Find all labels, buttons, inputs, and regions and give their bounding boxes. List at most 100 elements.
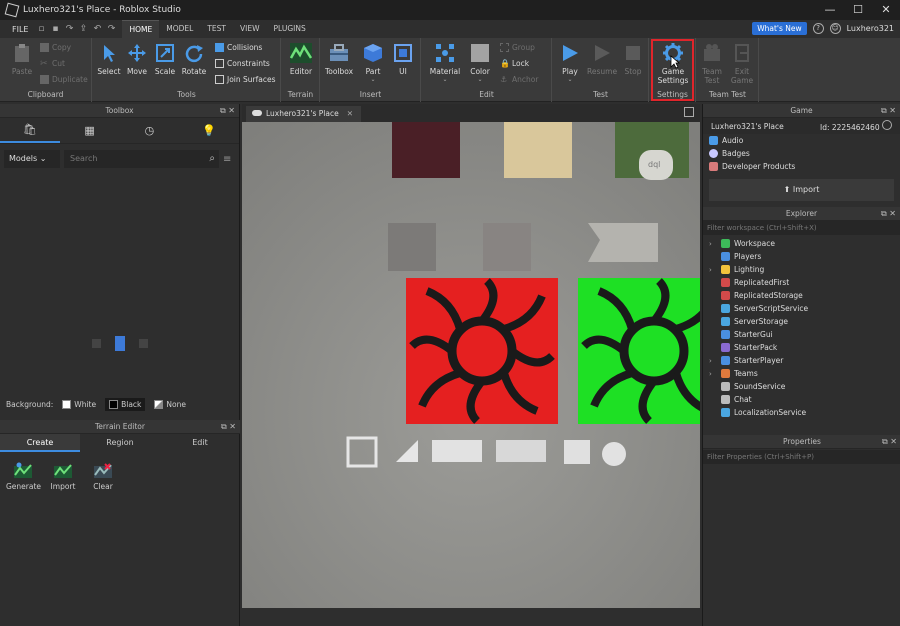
background-white[interactable]: White bbox=[58, 398, 100, 411]
constraints-toggle[interactable]: Constraints bbox=[215, 59, 270, 68]
game-item-audio[interactable]: Audio bbox=[703, 134, 900, 147]
search-input[interactable]: Search ⌕ bbox=[64, 150, 219, 168]
tab-creations[interactable]: 💡 bbox=[179, 118, 239, 143]
explorer-item-lighting[interactable]: › Lighting bbox=[703, 263, 900, 276]
viewport-popout-icon[interactable] bbox=[684, 107, 694, 117]
explorer-item-chat[interactable]: Chat bbox=[703, 393, 900, 406]
explorer-item-replicatedfirst[interactable]: ReplicatedFirst bbox=[703, 276, 900, 289]
scale-button[interactable]: Scale bbox=[153, 42, 177, 76]
refresh-icon[interactable] bbox=[882, 120, 892, 130]
explorer-item-players[interactable]: Players bbox=[703, 250, 900, 263]
tab-plugins[interactable]: PLUGINS bbox=[267, 20, 313, 38]
expand-arrow-icon[interactable]: › bbox=[709, 370, 717, 378]
place-tab[interactable]: Luxhero321's Place ✕ bbox=[246, 106, 362, 122]
properties-filter-input[interactable]: Filter Properties (Ctrl+Shift+P) bbox=[703, 450, 900, 464]
explorer-item-startergui[interactable]: StarterGui bbox=[703, 328, 900, 341]
new-file-icon[interactable]: ▫ bbox=[36, 24, 46, 34]
maximize-button[interactable]: ☐ bbox=[844, 0, 872, 20]
import-button[interactable]: ⬆ Import bbox=[709, 179, 894, 201]
generate-tool[interactable]: Generate bbox=[6, 462, 41, 491]
duplicate-button[interactable]: Duplicate bbox=[40, 75, 88, 84]
open-file-icon[interactable]: ▪ bbox=[50, 24, 60, 34]
part-button[interactable]: Part ⌄ bbox=[361, 42, 385, 83]
import-tool[interactable]: Import bbox=[46, 462, 80, 491]
tab-test[interactable]: TEST bbox=[200, 20, 233, 38]
explorer-item-serverstorage[interactable]: ServerStorage bbox=[703, 315, 900, 328]
background-none[interactable]: None bbox=[150, 398, 190, 411]
team-test-button[interactable]: Team Test bbox=[699, 42, 725, 85]
clear-tool[interactable]: Clear bbox=[86, 462, 120, 491]
explorer-item-label: SoundService bbox=[734, 382, 786, 391]
expand-arrow-icon[interactable]: › bbox=[709, 266, 717, 274]
expand-arrow-icon[interactable]: › bbox=[709, 240, 717, 248]
page-next[interactable] bbox=[139, 339, 148, 348]
category-dropdown[interactable]: Models ⌄ bbox=[4, 150, 60, 168]
expand-arrow-icon[interactable]: › bbox=[709, 357, 717, 365]
panel-controls[interactable]: ⧉ ✕ bbox=[881, 207, 896, 221]
game-item-badges[interactable]: Badges bbox=[703, 147, 900, 160]
explorer-item-soundservice[interactable]: SoundService bbox=[703, 380, 900, 393]
tab-marketplace[interactable]: 🛍 bbox=[0, 118, 60, 143]
publish-icon[interactable]: ⇪ bbox=[78, 24, 88, 34]
cut-button[interactable]: ✂ Cut bbox=[40, 59, 65, 69]
undo-icon[interactable]: ↶ bbox=[92, 24, 102, 34]
terrain-editor-button[interactable]: Editor bbox=[286, 42, 316, 76]
tab-recent[interactable]: ◷ bbox=[120, 118, 180, 143]
anchor-button[interactable]: ⚓ Anchor bbox=[500, 75, 538, 84]
collisions-toggle[interactable]: Collisions bbox=[215, 43, 262, 52]
tab-model[interactable]: MODEL bbox=[159, 20, 200, 38]
tab-edit[interactable]: Edit bbox=[160, 434, 240, 452]
explorer-item-serverscriptservice[interactable]: ServerScriptService bbox=[703, 302, 900, 315]
stop-button[interactable]: Stop bbox=[621, 42, 645, 76]
resume-button[interactable]: Resume bbox=[587, 42, 617, 76]
explorer-filter-input[interactable]: Filter workspace (Ctrl+Shift+X) bbox=[703, 221, 900, 235]
close-button[interactable]: ✕ bbox=[872, 0, 900, 20]
color-button[interactable]: Color ⌄ bbox=[466, 42, 494, 83]
move-button[interactable]: Move bbox=[124, 42, 150, 76]
exit-game-button[interactable]: Exit Game bbox=[729, 42, 755, 85]
panel-controls[interactable]: ⧉ ✕ bbox=[882, 435, 897, 449]
copy-button[interactable]: Copy bbox=[40, 43, 71, 52]
minimize-button[interactable]: — bbox=[816, 0, 844, 20]
toolbox-button[interactable]: Toolbox bbox=[323, 42, 355, 76]
tab-home[interactable]: HOME bbox=[122, 20, 160, 38]
whats-new-button[interactable]: What's New bbox=[752, 22, 807, 35]
right-panel: Game ⧉ ✕ Luxhero321's Place Id: 22254624… bbox=[702, 104, 900, 626]
lock-button[interactable]: 🔒 Lock bbox=[500, 59, 529, 68]
group-button[interactable]: Group bbox=[500, 43, 535, 52]
tab-create[interactable]: Create bbox=[0, 434, 80, 452]
background-black[interactable]: Black bbox=[105, 398, 146, 411]
tab-view[interactable]: VIEW bbox=[233, 20, 267, 38]
panel-controls[interactable]: ⧉ ✕ bbox=[221, 420, 236, 434]
explorer-item-localizationservice[interactable]: LocalizationService bbox=[703, 406, 900, 419]
paste-button[interactable]: Paste bbox=[8, 42, 36, 76]
tab-region[interactable]: Region bbox=[80, 434, 160, 452]
3d-viewport[interactable]: dql bbox=[242, 122, 700, 608]
redo-arrow-icon[interactable]: ↷ bbox=[64, 24, 74, 34]
panel-controls[interactable]: ⧉ ✕ bbox=[881, 104, 896, 118]
redo-icon[interactable]: ↷ bbox=[106, 24, 116, 34]
game-item-developer-products[interactable]: Developer Products bbox=[703, 160, 900, 173]
file-menu[interactable]: FILE bbox=[0, 25, 36, 34]
page-prev[interactable] bbox=[92, 339, 101, 348]
explorer-item-starterpack[interactable]: StarterPack bbox=[703, 341, 900, 354]
filter-icon[interactable]: ≡ bbox=[223, 154, 235, 165]
user-name[interactable]: Luxhero321 bbox=[847, 24, 894, 33]
material-button[interactable]: Material ⌄ bbox=[428, 42, 462, 83]
rotate-button[interactable]: Rotate bbox=[180, 42, 208, 76]
game-panel-header: Game ⧉ ✕ bbox=[703, 104, 900, 118]
explorer-item-replicatedstorage[interactable]: ReplicatedStorage bbox=[703, 289, 900, 302]
tab-inventory[interactable]: ▦ bbox=[60, 118, 120, 143]
help-icon[interactable]: ? bbox=[812, 23, 824, 34]
explorer-item-starterplayer[interactable]: › StarterPlayer bbox=[703, 354, 900, 367]
join-surfaces-toggle[interactable]: Join Surfaces bbox=[215, 75, 276, 84]
play-button[interactable]: Play ⌄ bbox=[557, 42, 583, 83]
ui-button[interactable]: UI bbox=[391, 42, 415, 76]
page-current[interactable] bbox=[115, 336, 125, 351]
explorer-item-workspace[interactable]: › Workspace bbox=[703, 237, 900, 250]
close-tab-icon[interactable]: ✕ bbox=[347, 109, 353, 118]
panel-controls[interactable]: ⧉ ✕ bbox=[220, 104, 235, 118]
select-button[interactable]: Select bbox=[97, 42, 121, 76]
share-icon[interactable]: ☺ bbox=[829, 23, 841, 34]
explorer-item-teams[interactable]: › Teams bbox=[703, 367, 900, 380]
